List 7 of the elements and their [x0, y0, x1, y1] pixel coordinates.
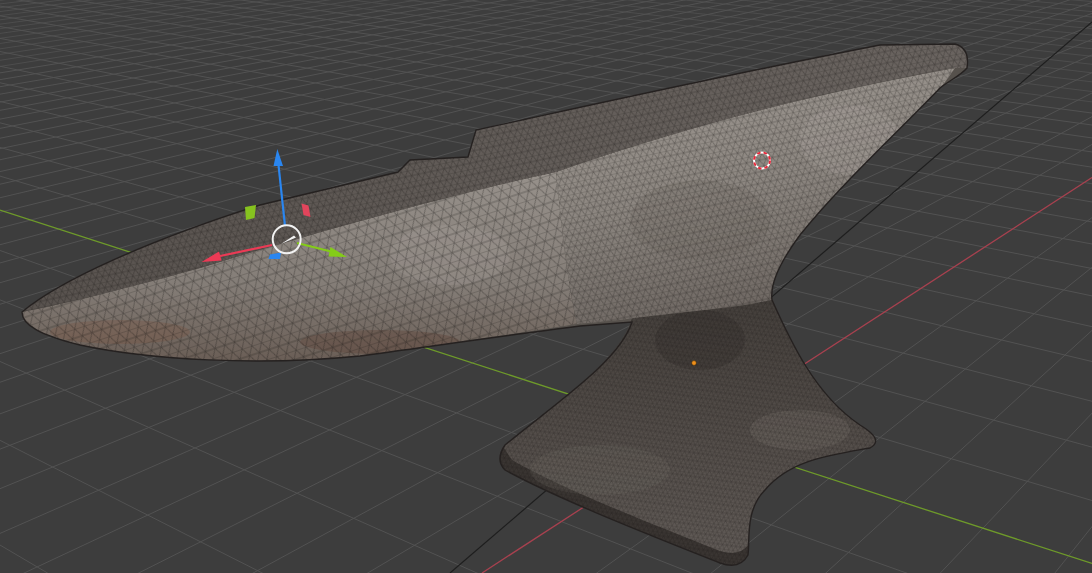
- xy-plane-handle[interactable]: [268, 252, 281, 259]
- xz-plane-handle[interactable]: [245, 205, 256, 220]
- y-axis-arrow[interactable]: [296, 241, 347, 257]
- yz-plane-handle[interactable]: [301, 203, 311, 217]
- cursor-target-icon: [753, 151, 771, 170]
- center-ring-handle[interactable]: [271, 224, 302, 255]
- origin-dot-icon: [691, 360, 697, 366]
